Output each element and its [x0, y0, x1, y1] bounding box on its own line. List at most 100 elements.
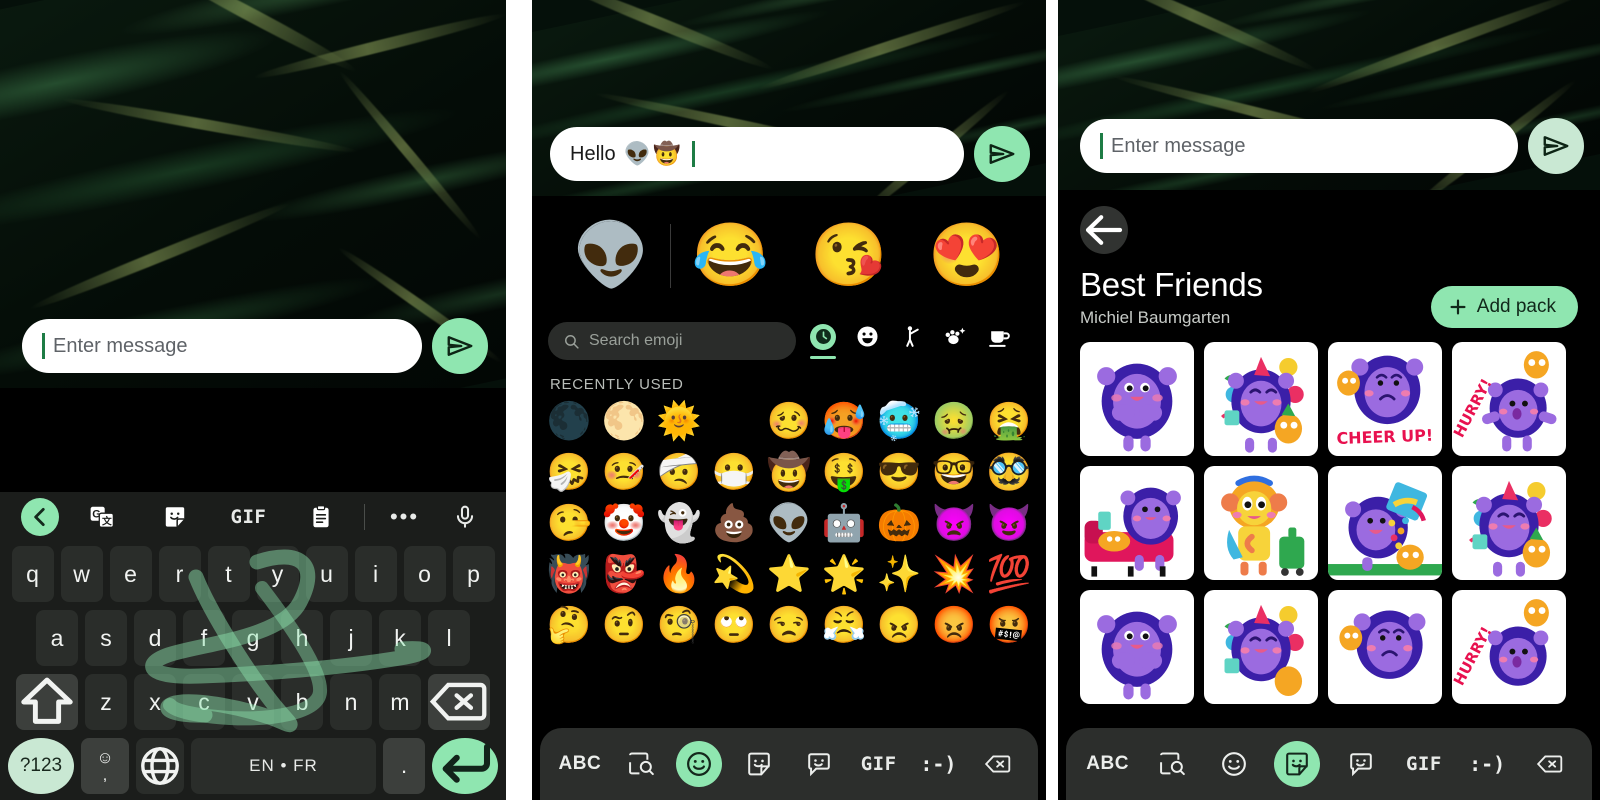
gif-toolbar-button[interactable]: GIF [212, 506, 285, 528]
key-s[interactable]: s [85, 610, 127, 666]
emoji-item[interactable]: 🌟 [819, 550, 869, 597]
emoji-item[interactable]: 👿 [929, 499, 979, 546]
key-d[interactable]: d [134, 610, 176, 666]
emoji-kitchen-suggestion[interactable]: 😘 [790, 225, 908, 287]
emoji-kitchen-suggestion[interactable]: 😂 [671, 225, 789, 287]
key-m[interactable]: m [379, 674, 421, 730]
key-e[interactable]: e [109, 546, 152, 602]
key-b[interactable]: b [281, 674, 323, 730]
emoji-item[interactable]: 🤨 [599, 601, 649, 648]
emoji-item[interactable]: 🥸 [984, 448, 1034, 495]
category-animals-nature[interactable] [942, 324, 968, 359]
key-r[interactable]: r [158, 546, 201, 602]
sticker-item-monster-shy[interactable] [1080, 342, 1194, 456]
gif-button[interactable]: GIF [856, 741, 902, 787]
space-key[interactable]: EN • FR [191, 738, 376, 794]
numeric-key[interactable]: ?123 [8, 738, 74, 794]
emoji-comma-key[interactable]: ☺ , [81, 738, 129, 794]
period-key[interactable]: . [383, 738, 425, 794]
key-q[interactable]: q [11, 546, 54, 602]
search-input[interactable]: Search emoji [548, 322, 796, 360]
send-button[interactable] [432, 318, 488, 374]
sticker-item-monkey-travel[interactable] [1204, 466, 1318, 580]
key-c[interactable]: c [183, 674, 225, 730]
key-u[interactable]: u [305, 546, 348, 602]
emoji-item[interactable]: 💥 [929, 550, 979, 597]
shift-key[interactable] [16, 674, 78, 730]
sticker-item-monster-hurry[interactable]: HURRY! [1452, 342, 1566, 456]
category-people[interactable] [898, 324, 924, 359]
emoji-item[interactable]: 🤬 [984, 601, 1034, 648]
emoji-kitchen-suggestion[interactable]: 😍 [908, 225, 1026, 287]
emoji-item[interactable]: 🌕 [599, 397, 649, 444]
key-w[interactable]: w [60, 546, 103, 602]
sticker-item-monster-party-2[interactable] [1452, 466, 1566, 580]
emoji-kitchen-base[interactable]: 👽 [552, 225, 670, 287]
backspace-button[interactable] [1527, 741, 1573, 787]
emoji-item[interactable]: 👻 [654, 499, 704, 546]
emoji-item[interactable]: 🔥 [654, 550, 704, 597]
emoji-item[interactable]: 🤑 [819, 448, 869, 495]
emoji-item[interactable]: 🌑 [544, 397, 594, 444]
key-j[interactable]: j [330, 610, 372, 666]
emoji-item[interactable]: 🤔 [544, 601, 594, 648]
category-food-drink[interactable] [986, 324, 1012, 359]
clipboard-button[interactable] [285, 504, 358, 530]
emoji-item[interactable]: 🥵 [819, 397, 869, 444]
emoji-item[interactable]: 👺 [599, 550, 649, 597]
key-h[interactable]: h [281, 610, 323, 666]
emoji-item[interactable]: 🤥 [544, 499, 594, 546]
emoji-item[interactable]: 😒 [764, 601, 814, 648]
enter-key[interactable] [432, 738, 498, 794]
sticker-item-monster-couch[interactable] [1080, 466, 1194, 580]
emoji-item[interactable]: 💯 [984, 550, 1034, 597]
emoji-item[interactable]: 😡 [929, 601, 979, 648]
globe-key[interactable] [136, 738, 184, 794]
emoji-item[interactable]: 🥶 [874, 397, 924, 444]
emoji-item[interactable]: 😎 [874, 448, 924, 495]
sticker-button[interactable] [736, 741, 782, 787]
emoji-item[interactable]: 🧐 [654, 601, 704, 648]
emoji-item[interactable]: 💩 [709, 499, 759, 546]
message-input[interactable]: Hello 👽🤠 [550, 127, 964, 181]
key-o[interactable]: o [403, 546, 446, 602]
key-y[interactable]: y [256, 546, 299, 602]
add-pack-button[interactable]: Add pack [1430, 286, 1578, 328]
abc-keyboard-button[interactable]: ABC [1085, 741, 1131, 787]
back-button[interactable] [1080, 206, 1128, 254]
sticker-item-monster-party-3[interactable] [1204, 590, 1318, 704]
emoji-item[interactable]: 🥴 [764, 397, 814, 444]
emoji-item[interactable]: 😷 [709, 448, 759, 495]
emoji-item[interactable]: 💫 [709, 550, 759, 597]
emoji-item[interactable]: ✨ [874, 550, 924, 597]
google-translate-button[interactable]: G 文 [66, 504, 139, 530]
sticker-item-monster-gift[interactable] [1328, 466, 1442, 580]
more-options-button[interactable]: ••• [371, 506, 438, 528]
message-input[interactable]: Enter message [22, 319, 422, 373]
category-recent[interactable] [810, 323, 836, 359]
key-x[interactable]: x [134, 674, 176, 730]
emoji-item[interactable]: 😠 [874, 601, 924, 648]
emoji-item[interactable]: 🤮 [984, 397, 1034, 444]
emoji-item[interactable]: 🙄 [709, 601, 759, 648]
emoji-item[interactable]: 🌞 [654, 397, 704, 444]
emoji-item[interactable]: 🤒 [599, 448, 649, 495]
category-smileys[interactable] [854, 324, 880, 359]
emoji-item[interactable]: 👹 [544, 550, 594, 597]
message-input[interactable]: Enter message [1080, 119, 1518, 173]
key-g[interactable]: g [232, 610, 274, 666]
emoji-item[interactable]: 🤕 [654, 448, 704, 495]
backspace-button[interactable] [975, 741, 1021, 787]
sticker-toolbar-button[interactable] [139, 504, 212, 530]
search-sticker-button[interactable] [1148, 741, 1194, 787]
emoji-item[interactable]: 👽 [764, 499, 814, 546]
send-button[interactable] [974, 126, 1030, 182]
sticker-item-monster-cheer-up[interactable]: CHEER UP! [1328, 342, 1442, 456]
key-a[interactable]: a [36, 610, 78, 666]
emoji-item[interactable]: 🤖 [819, 499, 869, 546]
search-sticker-button[interactable] [617, 741, 663, 787]
sticker-button[interactable] [1274, 741, 1321, 787]
emoji-item[interactable]: 🌫 [709, 397, 759, 444]
emoji-kitchen-button[interactable] [1338, 741, 1384, 787]
microphone-button[interactable] [438, 504, 492, 530]
